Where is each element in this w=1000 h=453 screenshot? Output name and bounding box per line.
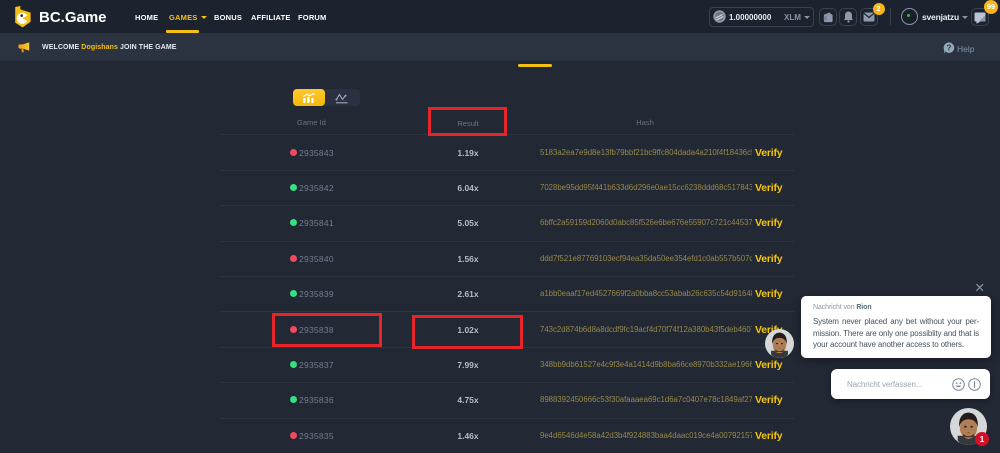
svg-text:?: ? xyxy=(947,44,952,53)
